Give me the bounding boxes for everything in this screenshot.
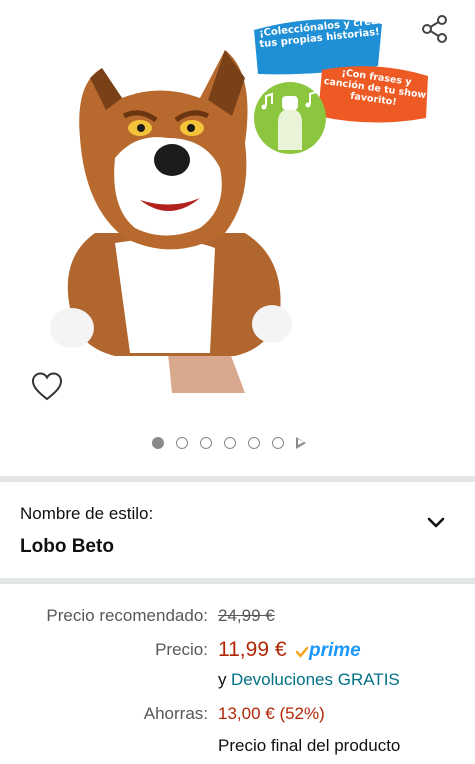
final-price-note: Precio final del producto	[218, 736, 401, 755]
section-divider	[0, 578, 475, 584]
carousel-dot-3[interactable]	[200, 437, 212, 449]
style-value: Lobo Beto	[20, 536, 114, 557]
product-image-gallery[interactable]: ¡Colecciónalos y crea tus propias histor…	[0, 0, 475, 470]
savings-row: Ahorras: 13,00 € (52%)	[0, 704, 475, 734]
price-value: 11,99 €	[218, 638, 287, 661]
final-price-note-row: Precio final del producto	[0, 736, 475, 764]
chevron-down-icon[interactable]	[427, 516, 445, 530]
carousel-dot-5[interactable]	[248, 437, 260, 449]
prime-check-icon	[295, 646, 309, 658]
savings-label: Ahorras:	[143, 704, 208, 723]
heart-icon[interactable]	[30, 370, 64, 404]
carousel-dot-6[interactable]	[272, 437, 284, 449]
recommended-price-label: Precio recomendado:	[46, 606, 208, 625]
image-carousel-indicator[interactable]	[152, 435, 306, 451]
recommended-price-row: Precio recomendado: 24,99 €	[0, 606, 475, 636]
current-price-row: Precio: 11,99 € prime	[0, 638, 475, 668]
savings-value: 13,00 € (52%)	[218, 704, 325, 723]
music-hand-badge-icon	[254, 82, 326, 154]
recommended-price-value: 24,99 €	[218, 606, 275, 625]
video-play-icon[interactable]	[296, 437, 306, 449]
style-label: Nombre de estilo:	[20, 504, 154, 523]
carousel-dot-2[interactable]	[176, 437, 188, 449]
returns-prefix: y	[218, 670, 227, 689]
style-selector[interactable]: Nombre de estilo: Lobo Beto	[0, 484, 475, 580]
returns-row: y Devoluciones GRATIS	[0, 670, 475, 700]
share-icon[interactable]	[418, 12, 452, 46]
prime-logo: prime	[308, 640, 361, 661]
price-block: 11,99 € prime	[218, 638, 361, 662]
price-label: Precio:	[155, 640, 208, 659]
free-returns-link[interactable]: Devoluciones GRATIS	[231, 670, 400, 689]
carousel-dot-1[interactable]	[152, 437, 164, 449]
section-divider	[0, 476, 475, 482]
carousel-dot-4[interactable]	[224, 437, 236, 449]
